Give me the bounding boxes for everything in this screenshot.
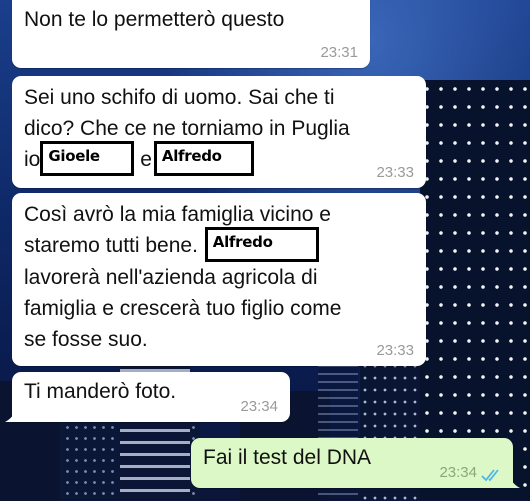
message-text-fragment: e: [140, 148, 152, 171]
message-bubble-incoming[interactable]: Ti manderò foto. 23:34: [5, 372, 290, 422]
read-double-check-icon: [481, 469, 499, 482]
bubble-tail-icon: [508, 474, 520, 488]
message-text-fragment: staremo tutti bene.: [24, 234, 198, 257]
redacted-name-box: Gioele: [40, 140, 135, 176]
message-time: 23:34: [240, 398, 278, 415]
message-text-line: Sei uno schifo di uomo. Sai che ti: [24, 86, 335, 109]
bubble-tail-icon: [5, 408, 17, 422]
message-bubble-outgoing[interactable]: Fai il test del DNA 23:34: [191, 438, 520, 488]
message-bubble-incoming[interactable]: Sei uno schifo di uomo. Sai che ti dico?…: [12, 76, 426, 188]
message-time: 23:34: [439, 464, 477, 481]
message-time: 23:33: [376, 164, 414, 181]
message-text: Non te lo permetterò questo: [24, 8, 285, 31]
message-bubble-incoming[interactable]: Non te lo permetterò questo 23:31: [12, 0, 370, 68]
message-text-line: famiglia e crescerà tuo figlio come: [24, 296, 342, 320]
message-bubble-incoming[interactable]: Così avrò la mia famiglia vicino e stare…: [12, 193, 426, 366]
message-text-line: dico? Che ce ne torniamo in Puglia: [24, 117, 350, 140]
message-text-fragment: io: [24, 148, 41, 171]
message-text-line: se fosse suo.: [24, 327, 148, 351]
redacted-name-box: Alfredo: [204, 226, 319, 262]
skyscraper-lights: [420, 80, 530, 500]
redacted-name-box: Alfredo: [153, 140, 254, 176]
message-text-line: Così avrò la mia famiglia vicino e: [24, 203, 331, 226]
message-text-line: lavorerà nell'azienda agricola di: [24, 265, 318, 289]
message-time: 23:33: [376, 342, 414, 359]
message-time: 23:31: [320, 44, 358, 61]
